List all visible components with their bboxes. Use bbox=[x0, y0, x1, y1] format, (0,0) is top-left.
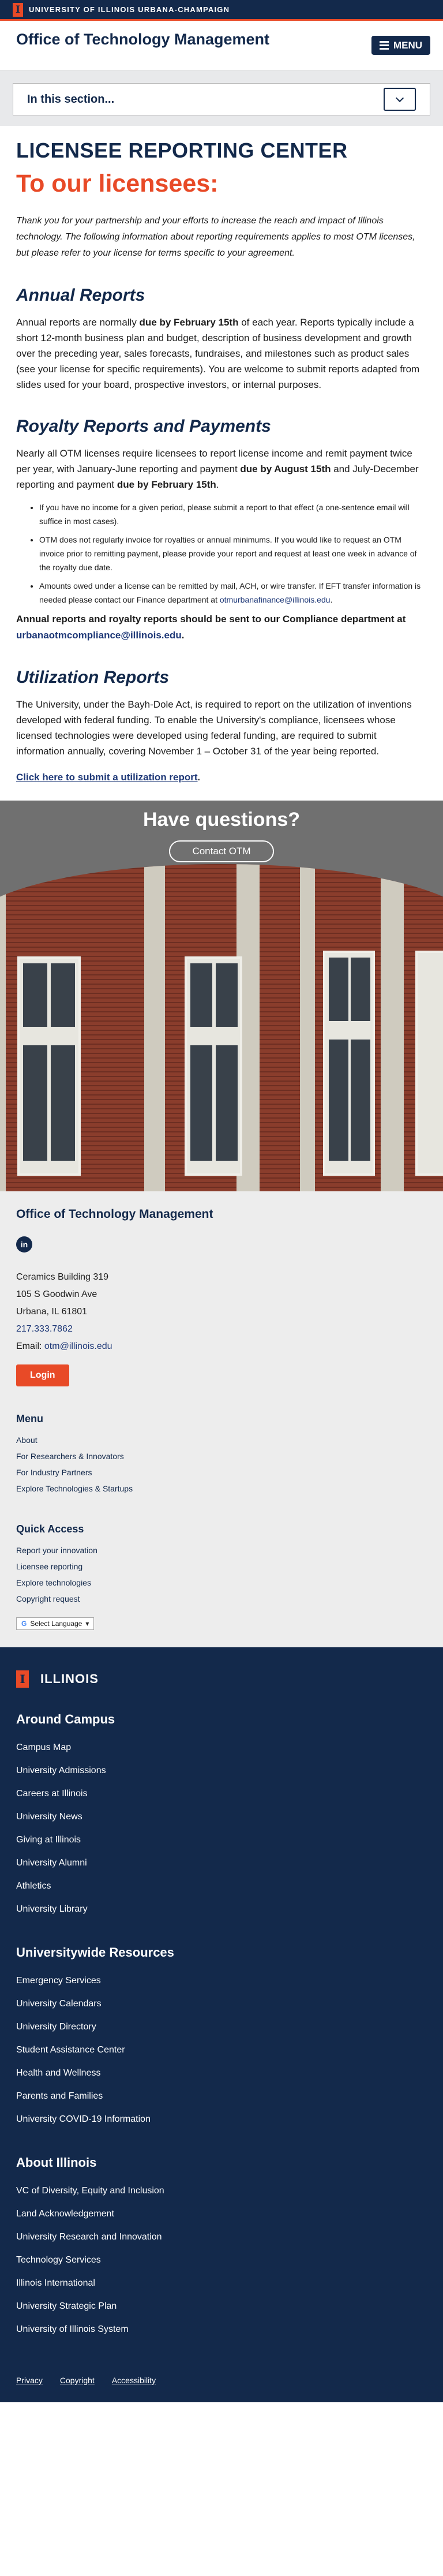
language-select[interactable]: G Select Language ▾ bbox=[16, 1617, 95, 1630]
university-name-link[interactable]: UNIVERSITY OF ILLINOIS URBANA-CHAMPAIGN bbox=[29, 5, 230, 14]
annual-reports-paragraph: Annual reports are normally due by Febru… bbox=[16, 317, 420, 390]
address-block: Ceramics Building 319 105 S Goodwin Ave … bbox=[16, 1272, 112, 1351]
campus-link[interactable]: University Admissions bbox=[16, 1759, 427, 1782]
list-item: OTM does not regularly invoice for royal… bbox=[39, 533, 427, 574]
quick-access-list: Report your innovation Licensee reportin… bbox=[16, 1542, 427, 1607]
finance-email-link[interactable]: otmurbanafinance@illinois.edu bbox=[220, 595, 331, 604]
section-nav-toggle[interactable]: In this section... bbox=[13, 83, 430, 115]
main-content: LICENSEE REPORTING CENTER To our license… bbox=[0, 139, 443, 783]
list-item: If you have no income for a given period… bbox=[39, 500, 427, 528]
questions-banner: Have questions? Contact OTM bbox=[0, 801, 443, 864]
utilization-report-link[interactable]: Click here to submit a utilization repor… bbox=[16, 772, 198, 783]
caret-down-icon: ▾ bbox=[85, 1620, 89, 1628]
section-nav-wrapper: In this section... bbox=[0, 70, 443, 126]
block-i-icon: I bbox=[16, 1670, 29, 1688]
campus-link[interactable]: University Alumni bbox=[16, 1852, 427, 1875]
around-campus-list: Campus Map University Admissions Careers… bbox=[16, 1736, 427, 1921]
privacy-link[interactable]: Privacy bbox=[16, 2376, 43, 2385]
campus-link[interactable]: VC of Diversity, Equity and Inclusion bbox=[16, 2179, 427, 2203]
building-photo bbox=[0, 864, 443, 1191]
royalty-bullets: If you have no income for a given period… bbox=[16, 500, 427, 607]
list-item: Amounts owed under a license can be remi… bbox=[39, 579, 427, 607]
footer-menu-item[interactable]: For Researchers & Innovators bbox=[16, 1448, 427, 1464]
menu-button[interactable]: MENU bbox=[371, 36, 430, 55]
chevron-down-icon bbox=[395, 94, 404, 102]
campus-link[interactable]: Campus Map bbox=[16, 1736, 427, 1759]
campus-link[interactable]: Parents and Families bbox=[16, 2085, 427, 2108]
language-select-label: Select Language bbox=[30, 1620, 82, 1628]
quick-access-item[interactable]: Licensee reporting bbox=[16, 1558, 427, 1575]
royalty-due-feb: due by February 15th bbox=[117, 479, 216, 490]
footer-menu-list: About For Researchers & Innovators For I… bbox=[16, 1432, 427, 1497]
utilization-reports-heading: Utilization Reports bbox=[16, 668, 170, 687]
quick-access-item[interactable]: Copyright request bbox=[16, 1591, 427, 1607]
campus-link[interactable]: University Research and Innovation bbox=[16, 2226, 427, 2249]
campus-link[interactable]: Careers at Illinois bbox=[16, 1782, 427, 1805]
royalty-reports-heading: Royalty Reports and Payments bbox=[16, 417, 271, 436]
quick-access-item[interactable]: Report your innovation bbox=[16, 1542, 427, 1558]
universitywide-list: Emergency Services University Calendars … bbox=[16, 1969, 427, 2131]
campus-link[interactable]: University News bbox=[16, 1805, 427, 1829]
footer-menu-heading: Menu bbox=[16, 1413, 43, 1425]
footer-menu-item[interactable]: Explore Technologies & Startups bbox=[16, 1480, 427, 1497]
intro-paragraph: Thank you for your partnership and your … bbox=[16, 216, 415, 258]
accessibility-link[interactable]: Accessibility bbox=[112, 2376, 156, 2385]
campus-link[interactable]: Giving at Illinois bbox=[16, 1829, 427, 1852]
annual-due-date: due by February 15th bbox=[139, 317, 239, 328]
campus-link[interactable]: University COVID-19 Information bbox=[16, 2108, 427, 2131]
campus-link[interactable]: Technology Services bbox=[16, 2249, 427, 2272]
page-title: LICENSEE REPORTING CENTER bbox=[16, 139, 348, 162]
linkedin-icon[interactable]: in bbox=[16, 1236, 32, 1253]
about-illinois-list: VC of Diversity, Equity and Inclusion La… bbox=[16, 2179, 427, 2341]
campus-footer: I ILLINOIS Around Campus Campus Map Univ… bbox=[0, 1647, 443, 2402]
phone-link[interactable]: 217.333.7862 bbox=[16, 1324, 73, 1334]
royalty-paragraph: Nearly all OTM licenses require licensee… bbox=[16, 448, 419, 490]
royalty-due-aug: due by August 15th bbox=[240, 463, 331, 474]
footer-menu-item[interactable]: For Industry Partners bbox=[16, 1464, 427, 1480]
login-button[interactable]: Login bbox=[16, 1364, 69, 1386]
footer-title: Office of Technology Management bbox=[16, 1207, 213, 1221]
around-campus-heading: Around Campus bbox=[16, 1712, 115, 1726]
campus-link[interactable]: Health and Wellness bbox=[16, 2062, 427, 2085]
page-subtitle: To our licensees: bbox=[16, 170, 219, 197]
copyright-link[interactable]: Copyright bbox=[60, 2376, 95, 2385]
campus-link[interactable]: University Library bbox=[16, 1898, 427, 1921]
annual-reports-heading: Annual Reports bbox=[16, 286, 145, 305]
university-bar: I UNIVERSITY OF ILLINOIS URBANA-CHAMPAIG… bbox=[0, 0, 443, 21]
illinois-wordmark: ILLINOIS bbox=[40, 1672, 99, 1686]
questions-title: Have questions? bbox=[142, 809, 301, 831]
quick-access-heading: Quick Access bbox=[16, 1523, 84, 1535]
site-title-link[interactable]: Office of Technology Management bbox=[16, 31, 269, 48]
compliance-email-link[interactable]: urbanaotmcompliance@illinois.edu bbox=[16, 630, 182, 641]
utilization-paragraph: The University, under the Bayh-Dole Act,… bbox=[16, 699, 412, 757]
google-icon: G bbox=[21, 1620, 27, 1628]
campus-link[interactable]: University Strategic Plan bbox=[16, 2295, 427, 2318]
compliance-paragraph: Annual reports and royalty reports shoul… bbox=[16, 614, 406, 641]
quick-access-item[interactable]: Explore technologies bbox=[16, 1575, 427, 1591]
section-nav-label: In this section... bbox=[27, 92, 115, 106]
campus-link[interactable]: University Calendars bbox=[16, 1992, 427, 2016]
email-link[interactable]: otm@illinois.edu bbox=[44, 1341, 112, 1351]
block-i-logo[interactable]: I bbox=[13, 2, 23, 17]
campus-link[interactable]: University Directory bbox=[16, 2016, 427, 2039]
campus-link[interactable]: Student Assistance Center bbox=[16, 2039, 427, 2062]
footer-menu-item[interactable]: About bbox=[16, 1432, 427, 1448]
hamburger-icon bbox=[379, 39, 389, 51]
universitywide-heading: Universitywide Resources bbox=[16, 1945, 174, 1960]
otm-footer: Office of Technology Management in Ceram… bbox=[0, 1191, 443, 1647]
illinois-logo[interactable]: I ILLINOIS bbox=[16, 1670, 427, 1688]
legal-links: Privacy Copyright Accessibility bbox=[16, 2376, 427, 2385]
about-illinois-heading: About Illinois bbox=[16, 2155, 97, 2170]
campus-link[interactable]: Emergency Services bbox=[16, 1969, 427, 1992]
section-nav-expand-button[interactable] bbox=[384, 88, 416, 111]
contact-otm-button[interactable]: Contact OTM bbox=[169, 840, 274, 862]
site-header: Office of Technology Management MENU bbox=[0, 21, 443, 70]
menu-label: MENU bbox=[393, 39, 422, 51]
campus-link[interactable]: Athletics bbox=[16, 1875, 427, 1898]
campus-link[interactable]: Land Acknowledgement bbox=[16, 2203, 427, 2226]
campus-link[interactable]: Illinois International bbox=[16, 2272, 427, 2295]
brick-building-image bbox=[0, 864, 443, 1191]
campus-link[interactable]: University of Illinois System bbox=[16, 2318, 427, 2341]
